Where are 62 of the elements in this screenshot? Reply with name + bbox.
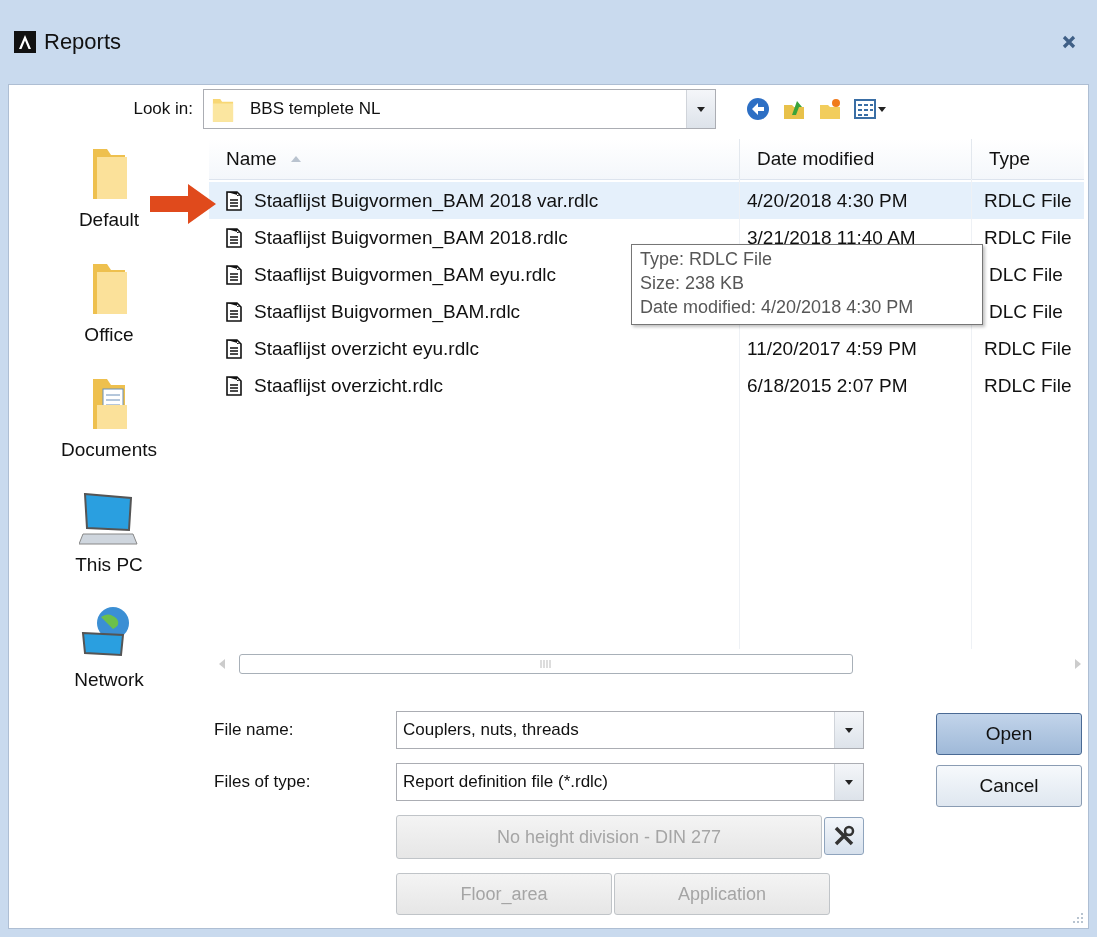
caret-icon [697, 106, 705, 112]
file-date: 4/20/2018 4:30 PM [747, 189, 908, 212]
window-title: Reports [44, 29, 122, 55]
close-icon[interactable] [1061, 34, 1077, 50]
cancel-button[interactable]: Cancel [936, 765, 1082, 807]
file-name: Staaflijst Buigvormen_BAM 2018.rdlc [254, 226, 568, 249]
places-item[interactable]: Office [44, 260, 174, 346]
open-button[interactable]: Open [936, 713, 1082, 755]
file-type: RDLC File [984, 374, 1072, 397]
column-header[interactable]: Name [209, 139, 739, 179]
sort-arrow-icon [290, 156, 301, 162]
places-item[interactable]: Default [44, 145, 174, 231]
caret-icon [845, 779, 853, 785]
file-type: DLC File [989, 263, 1063, 286]
file-name-field[interactable]: Couplers, nuts, threads [396, 711, 864, 749]
file-type-dropdown[interactable]: Report definition file (*.rdlc) [396, 763, 864, 801]
file-type: DLC File [989, 300, 1063, 323]
column-header[interactable]: Type [971, 139, 1084, 179]
file-date: 6/18/2015 2:07 PM [747, 374, 908, 397]
column-header[interactable]: Date modified [739, 139, 971, 179]
file-type: RDLC File [984, 226, 1072, 249]
places-item[interactable]: Network [44, 605, 174, 691]
place-label: Documents [60, 439, 158, 461]
place-label: Default [78, 209, 140, 231]
places-item[interactable]: This PC [44, 490, 174, 576]
tools-button[interactable] [824, 817, 864, 855]
report-file-icon [226, 264, 242, 285]
file-type: RDLC File [984, 189, 1072, 212]
file-name: Staaflijst overzicht eyu.rdlc [254, 337, 479, 360]
place-label: This PC [75, 554, 143, 576]
app-logo-icon [14, 31, 36, 53]
report-file-icon [226, 190, 242, 211]
report-file-icon [226, 338, 242, 359]
grip-lines-icon [540, 660, 552, 668]
file-type: RDLC File [984, 337, 1072, 360]
resize-grip-icon[interactable] [1072, 912, 1084, 924]
place-label: Office [84, 324, 134, 346]
report-file-icon [226, 227, 242, 248]
file-type-label: Files of type: [214, 772, 312, 792]
report-file-icon [226, 301, 242, 322]
places-item[interactable]: Documents [44, 375, 174, 461]
look-in-dropdown[interactable]: BBS templete NL [203, 89, 716, 129]
file-name-label: File name: [214, 720, 295, 740]
pointer-arrow-icon [150, 184, 216, 224]
file-name: Staaflijst Buigvormen_BAM 2018 var.rdlc [254, 189, 599, 212]
computer-icon [79, 490, 139, 546]
new-folder-icon[interactable] [818, 97, 842, 121]
view-menu-icon[interactable] [854, 97, 888, 121]
file-date: 11/20/2017 4:59 PM [747, 337, 917, 360]
file-name: Staaflijst overzicht.rdlc [254, 374, 443, 397]
caret-icon [845, 727, 853, 733]
report-file-icon [226, 375, 242, 396]
file-name: Staaflijst Buigvormen_BAM eyu.rdlc [254, 263, 556, 286]
back-icon[interactable] [746, 97, 770, 121]
tooltip-line: Type: RDLC File [640, 249, 774, 270]
look-in-label: Look in: [132, 99, 194, 119]
tools-icon [832, 824, 856, 848]
tooltip-line: Size: 238 KB [640, 273, 746, 294]
place-label: Network [74, 669, 144, 691]
file-date: 3/21/2018 11:40 AM [747, 226, 916, 249]
tooltip-line: Date modified: 4/20/2018 4:30 PM [640, 297, 915, 318]
file-name: Staaflijst Buigvormen_BAM.rdlc [254, 300, 521, 323]
